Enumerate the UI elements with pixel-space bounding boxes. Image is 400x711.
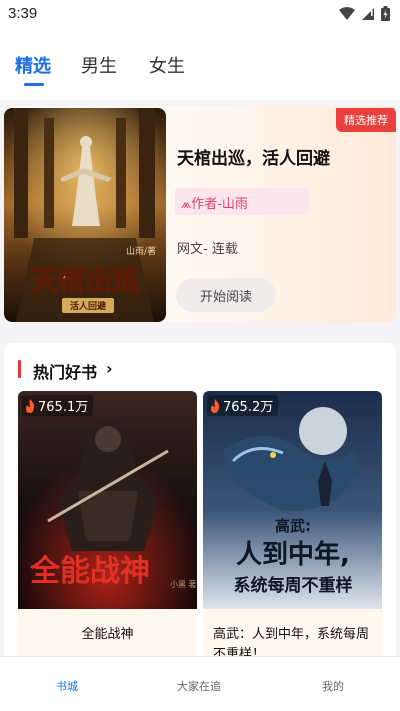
- signal-icon: [362, 7, 374, 20]
- status-time: 3:39: [8, 5, 38, 22]
- status-icons: [339, 6, 390, 21]
- book-cover-2[interactable]: 高武: 人到中年, 系统每周不重样 765.2万: [203, 391, 382, 609]
- featured-book-title[interactable]: 天棺出巡，活人回避: [177, 144, 330, 169]
- svg-text:人到中年,: 人到中年,: [236, 539, 350, 570]
- status-bar: 3:39: [0, 0, 400, 30]
- heat-value-1: 765.1万: [38, 400, 89, 415]
- flame-icon: [26, 398, 35, 413]
- featured-book-cover[interactable]: 山雨/著 天棺出巡 活人回避: [4, 108, 166, 322]
- heat-badge-1: 765.1万: [22, 395, 94, 416]
- book-card-1[interactable]: 全能战神 小黑 著 765.1万 全能战神: [18, 391, 197, 673]
- nav-trending[interactable]: 大家在追: [177, 678, 221, 694]
- heat-badge-2: 765.2万: [207, 395, 279, 416]
- featured-book-card[interactable]: 山雨/著 天棺出巡 活人回避 精选推荐 天棺出巡，活人回避 ⩕作者-山雨 网文-…: [4, 106, 396, 322]
- tab-jingxuan[interactable]: 精选: [15, 52, 51, 78]
- recommend-badge: 精选推荐: [336, 108, 396, 132]
- book-title-1[interactable]: 全能战神: [18, 609, 197, 661]
- book-cover-1[interactable]: 全能战神 小黑 著 765.1万: [18, 391, 197, 609]
- svg-text:系统每周不重样: 系统每周不重样: [234, 575, 353, 596]
- start-reading-button[interactable]: 开始阅读: [176, 278, 276, 312]
- section-accent-bar: [18, 360, 21, 378]
- featured-book-meta: 网文- 连载: [177, 242, 238, 257]
- svg-text:天棺出巡: 天棺出巡: [31, 266, 139, 297]
- bottom-nav: 书城 大家在追 我的: [0, 656, 400, 711]
- heat-value-2: 765.2万: [223, 400, 274, 415]
- book-card-2[interactable]: 高武: 人到中年, 系统每周不重样 765.2万 高武：人到中年，系统每周不重样…: [203, 391, 382, 673]
- active-tab-indicator: [24, 83, 44, 86]
- tab-nvsheng[interactable]: 女生: [149, 52, 185, 78]
- tab-nansheng[interactable]: 男生: [81, 52, 117, 78]
- svg-text:山雨/著: 山雨/著: [126, 245, 156, 257]
- book-cover-art-1: 全能战神 小黑 著: [18, 391, 197, 609]
- featured-book-author: ⩕作者-山雨: [175, 188, 309, 215]
- top-tabs: 精选 男生 女生: [0, 30, 400, 100]
- svg-text:小黑 著: 小黑 著: [170, 579, 197, 589]
- battery-icon: [381, 6, 390, 21]
- section-title[interactable]: 热门好书: [33, 359, 97, 383]
- hot-books-section: 热门好书 › 全能战神 小黑 著 765.1万 全能战神 高武: 人到中年, 系…: [4, 343, 396, 673]
- nav-mine[interactable]: 我的: [322, 678, 344, 694]
- svg-text:活人回避: 活人回避: [70, 300, 107, 312]
- book-cover-art-2: 高武: 人到中年, 系统每周不重样: [203, 391, 382, 609]
- flame-icon: [211, 398, 220, 413]
- wifi-icon: [339, 6, 355, 20]
- svg-text:高武:: 高武:: [275, 517, 311, 535]
- nav-bookstore[interactable]: 书城: [56, 678, 78, 694]
- svg-text:全能战神: 全能战神: [29, 554, 150, 589]
- featured-cover-art: 山雨/著 天棺出巡 活人回避: [4, 108, 166, 322]
- chevron-right-icon[interactable]: ›: [106, 359, 113, 378]
